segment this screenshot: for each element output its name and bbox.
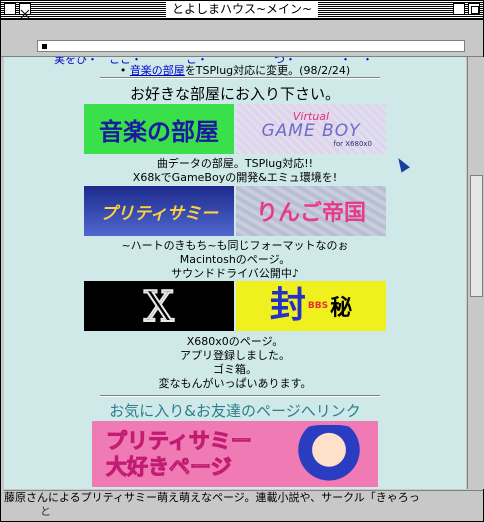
fan-banner-line1: プリティサミー	[106, 429, 253, 454]
status-line-2: と	[40, 505, 337, 518]
text-caret	[42, 44, 47, 49]
caption-row1-line2: X68kでGameBoyの開発&エミュ環境を!	[132, 171, 338, 184]
caption-row2-line1: ~ハートのきもち~も同じフォーマットなのぉ	[121, 239, 349, 252]
x680x0-banner[interactable]: X	[84, 281, 234, 331]
window-title: とよしまハウス~メイン~	[165, 2, 319, 17]
pretty-sammy-banner[interactable]: プリティサミー	[84, 186, 234, 236]
welcome-heading: お好きな部屋にお入り下さい。	[129, 85, 340, 103]
maximize-box-icon[interactable]	[468, 3, 480, 15]
vgb-text-3: for X680x0	[333, 139, 372, 148]
news-text: をTSPlug対応に変更。	[184, 64, 300, 77]
divider	[100, 77, 380, 79]
caption-row3-line4: 変なもんがいっぱいあります。	[158, 377, 312, 390]
scrollbar-thumb[interactable]	[470, 175, 483, 297]
caption-row3-line2: アプリ登録しました。	[180, 349, 290, 362]
caption-row3-line1: X680x0のページ。	[186, 335, 284, 348]
ringo-banner-text: りんご帝国	[255, 201, 366, 226]
browser-window: とよしまハウス~メイン~ 実をひ・ ここ・ こ・ つ・ ・ ・ • 音楽の部屋を…	[0, 0, 484, 522]
status-bar: 藤原さんによるプリティサミー萌え萌えなページ。連載小説や、サークル「きゃろっ と	[4, 490, 483, 521]
bullet: •	[119, 64, 130, 77]
title-bar[interactable]: とよしまハウス~メイン~	[1, 1, 483, 20]
ringo-empire-banner[interactable]: りんご帝国	[236, 186, 386, 236]
close-icon	[20, 9, 30, 19]
music-banner-text: 音楽の部屋	[99, 116, 219, 146]
divider	[100, 395, 380, 397]
fuuhi-b-banner-text: 秘	[330, 296, 353, 321]
toolbar	[1, 20, 483, 57]
status-line-1: 藤原さんによるプリティサミー萌え萌えなページ。連載小説や、サークル「きゃろっ	[4, 491, 420, 504]
character-illustration	[288, 425, 370, 487]
favorites-heading: お気に入り&お友達のページへリンク	[109, 402, 361, 420]
music-room-banner[interactable]: 音楽の部屋	[84, 104, 234, 154]
fuuhi-banner[interactable]: 封 BBS 秘	[236, 281, 386, 331]
close-box-icon[interactable]	[19, 3, 31, 19]
news-date: (98/2/24)	[299, 64, 351, 77]
menu-box-icon[interactable]	[4, 3, 16, 15]
news-item: • 音楽の部屋をTSPlug対応に変更。(98/2/24)	[4, 62, 466, 78]
virtual-gameboy-banner[interactable]: Virtual GAME BOY for X680x0	[236, 104, 386, 154]
music-room-link[interactable]: 音楽の部屋	[130, 64, 185, 77]
fuuhi-banner-text: 封	[269, 285, 306, 326]
vgb-text-1: Virtual	[292, 109, 330, 123]
maximize-glyph	[471, 6, 479, 14]
caption-row2-line3: サウンドドライバ公開中♪	[171, 267, 299, 280]
vertical-scrollbar[interactable]	[467, 57, 484, 489]
sammy-banner-text: プリティサミー	[100, 203, 218, 224]
vgb-text-2: GAME BOY	[261, 120, 361, 141]
x680-banner-text: X	[143, 281, 175, 331]
bbs-banner-text: BBS	[307, 301, 329, 311]
caption-row2-line2: Macintoshのページ。	[179, 253, 291, 266]
url-field[interactable]	[37, 40, 465, 52]
fan-banner-line2: 大好きページ	[106, 455, 233, 480]
caption-row3-line3: ゴミ箱。	[213, 363, 257, 376]
pretty-sammy-fan-banner[interactable]: プリティサミー 大好きページ	[92, 421, 378, 487]
page-content: 実をひ・ ここ・ こ・ つ・ ・ ・ • 音楽の部屋をTSPlug対応に変更。(…	[4, 57, 466, 489]
minimize-box-icon[interactable]	[453, 3, 465, 15]
